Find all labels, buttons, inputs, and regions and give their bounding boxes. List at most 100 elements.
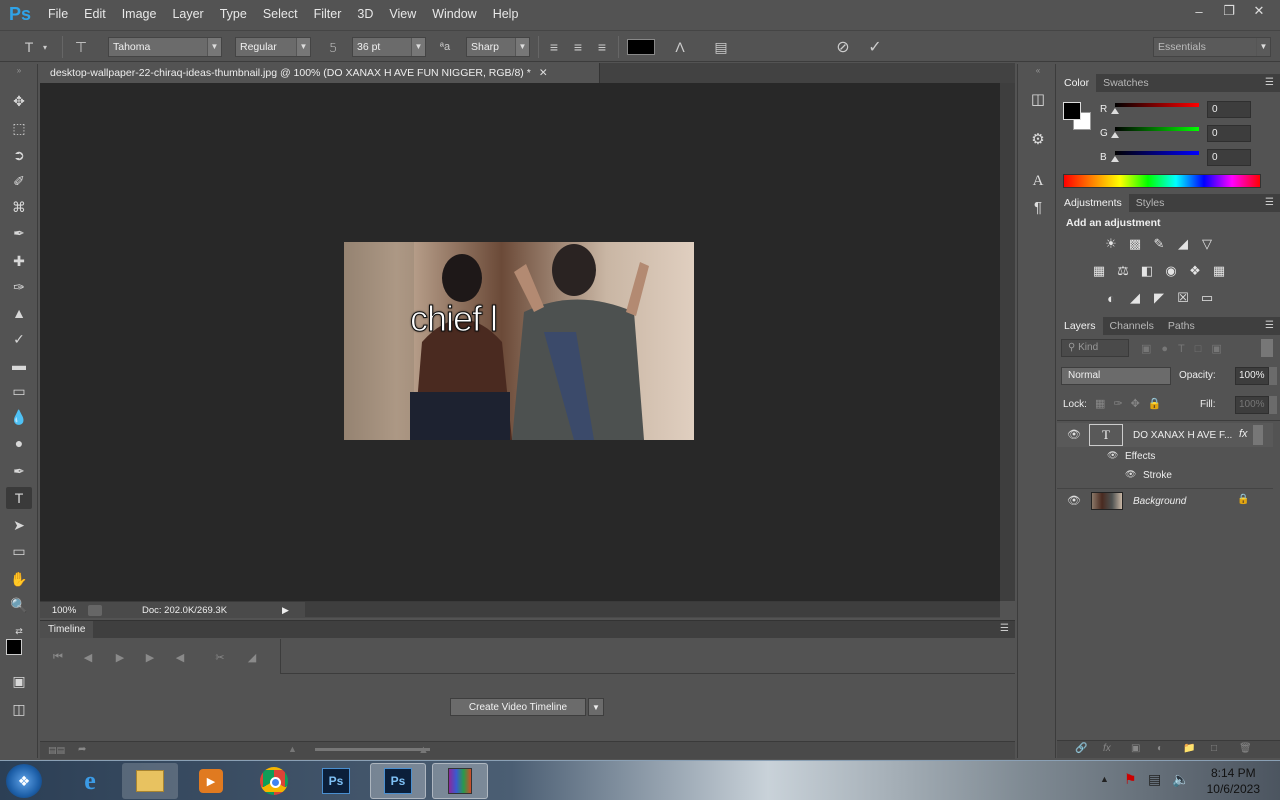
eye-icon[interactable]: 👁 <box>1125 469 1136 480</box>
menu-window[interactable]: Window <box>424 0 484 28</box>
hue-saturation-icon[interactable]: ▦ <box>1089 262 1109 280</box>
photoshop-active-icon[interactable]: Ps <box>370 763 426 799</box>
red-slider-thumb[interactable] <box>1111 108 1119 114</box>
levels-icon[interactable]: ▩ <box>1125 235 1145 253</box>
new-layer-icon[interactable]: □ <box>1211 743 1217 754</box>
warp-text-icon[interactable]: Ʌ <box>669 37 691 57</box>
next-frame-icon[interactable]: ▶ <box>140 648 160 666</box>
quick-mask-icon[interactable]: ▣ <box>6 670 32 692</box>
menu-image[interactable]: Image <box>114 0 165 28</box>
paragraph-panel-icon[interactable]: ¶ <box>1027 196 1049 218</box>
green-value[interactable]: 0 <box>1207 125 1251 142</box>
tab-swatches[interactable]: Swatches <box>1096 74 1156 92</box>
properties-panel-icon[interactable]: ⚙ <box>1027 128 1049 150</box>
exposure-icon[interactable]: ◢ <box>1173 235 1193 253</box>
red-value[interactable]: 0 <box>1207 101 1251 118</box>
eye-icon[interactable]: 👁 <box>1067 494 1081 507</box>
panel-menu-icon[interactable]: ☰ <box>1265 77 1274 88</box>
menu-filter[interactable]: Filter <box>306 0 350 28</box>
scissors-icon[interactable]: ✂ <box>210 648 230 666</box>
lock-options-icons[interactable]: ▦✑✥🔒 <box>1095 397 1170 410</box>
text-orientation-icon[interactable]: ⊤ <box>70 37 92 57</box>
close-icon[interactable]: ✕ <box>539 67 548 79</box>
transition-icon[interactable]: ◢ <box>242 648 262 666</box>
link-layers-icon[interactable]: 🔗 <box>1075 743 1087 754</box>
panel-menu-icon[interactable]: ☰ <box>1000 623 1009 634</box>
media-player-icon[interactable]: ▶ <box>183 763 239 799</box>
layer-row[interactable]: 👁 T DO XANAX H AVE F... fx <box>1057 423 1273 447</box>
curves-icon[interactable]: ✎ <box>1149 235 1169 253</box>
chevron-down-icon[interactable]: ▾ <box>38 37 52 57</box>
menu-edit[interactable]: Edit <box>76 0 114 28</box>
healing-brush-tool-icon[interactable]: ✚ <box>6 250 32 272</box>
menu-help[interactable]: Help <box>485 0 527 28</box>
menu-select[interactable]: Select <box>255 0 306 28</box>
tab-timeline[interactable]: Timeline <box>40 621 94 638</box>
history-brush-tool-icon[interactable]: ✓ <box>6 328 32 350</box>
tab-styles[interactable]: Styles <box>1129 194 1172 212</box>
audio-icon[interactable]: ◀ <box>170 648 190 666</box>
tab-channels[interactable]: Channels <box>1103 317 1161 335</box>
new-group-icon[interactable]: 📁 <box>1183 743 1195 754</box>
menu-view[interactable]: View <box>381 0 424 28</box>
quick-select-tool-icon[interactable]: ✐ <box>6 170 32 192</box>
doc-info-icon[interactable] <box>88 604 102 616</box>
collapse-icon[interactable]: » <box>6 66 32 75</box>
filter-toggle[interactable] <box>1261 339 1273 357</box>
eye-icon[interactable]: 👁 <box>1067 428 1081 441</box>
network-icon[interactable]: ▤ <box>1148 771 1161 788</box>
antialias-select[interactable]: Sharp ▼ <box>466 37 530 57</box>
go-to-first-frame-icon[interactable]: ⏮ <box>48 648 68 666</box>
eyedropper-tool-icon[interactable]: ✒ <box>6 222 32 244</box>
frame-animation-icon[interactable]: ▤▤ <box>48 745 65 756</box>
character-panel-icon[interactable]: ▤ <box>710 37 732 57</box>
align-right-icon[interactable]: ≡ <box>591 37 613 57</box>
crop-tool-icon[interactable]: ⌘ <box>6 196 32 218</box>
blue-value[interactable]: 0 <box>1207 149 1251 166</box>
threshold-icon[interactable]: ◤ <box>1149 289 1169 307</box>
rectangle-tool-icon[interactable]: ▭ <box>6 540 32 562</box>
align-left-icon[interactable]: ≡ <box>543 37 565 57</box>
menu-type[interactable]: Type <box>212 0 255 28</box>
color-spectrum-bar[interactable] <box>1063 174 1261 188</box>
brightness-contrast-icon[interactable]: ☀ <box>1101 235 1121 253</box>
green-slider-thumb[interactable] <box>1111 132 1119 138</box>
character-panel-icon[interactable]: A <box>1027 170 1049 192</box>
blur-tool-icon[interactable]: 💧 <box>6 406 32 428</box>
restore-button[interactable]: ❐ <box>1218 2 1240 20</box>
trash-icon[interactable]: 🗑 <box>1239 743 1252 754</box>
panel-menu-icon[interactable]: ☰ <box>1265 320 1274 331</box>
close-button[interactable]: ✕ <box>1248 2 1270 20</box>
vertical-scrollbar[interactable] <box>1000 83 1015 601</box>
foreground-color-swatch[interactable] <box>6 639 22 655</box>
font-size-select[interactable]: 36 pt ▼ <box>352 37 426 57</box>
eraser-tool-icon[interactable]: ▬ <box>6 354 32 376</box>
blue-slider[interactable] <box>1115 151 1199 155</box>
tab-layers[interactable]: Layers <box>1057 317 1103 335</box>
document-image[interactable]: chief l <box>344 242 694 440</box>
brush-tool-icon[interactable]: ✑ <box>6 276 32 298</box>
zoom-out-icon[interactable]: ▲ <box>288 744 297 754</box>
gradient-map-icon[interactable]: ▭ <box>1197 289 1217 307</box>
move-tool-icon[interactable]: ✥ <box>6 90 32 112</box>
action-center-icon[interactable]: ⚑ <box>1124 771 1137 788</box>
foreground-color-swatch[interactable] <box>1063 102 1081 120</box>
volume-icon[interactable]: 🔈 <box>1172 771 1189 788</box>
chevron-down-icon[interactable] <box>1269 396 1277 414</box>
font-family-select[interactable]: Tahoma ▼ <box>108 37 222 57</box>
menu-3d[interactable]: 3D <box>349 0 381 28</box>
color-balance-icon[interactable]: ⚖ <box>1113 262 1133 280</box>
channel-mixer-icon[interactable]: ❖ <box>1185 262 1205 280</box>
zoom-tool-icon[interactable]: 🔍 <box>6 594 32 616</box>
selective-color-icon[interactable]: ☒ <box>1173 289 1193 307</box>
green-slider[interactable] <box>1115 127 1199 131</box>
minimize-button[interactable]: – <box>1188 2 1210 20</box>
type-tool-preset-icon[interactable]: T <box>18 37 40 57</box>
blend-mode-select[interactable]: Normal <box>1061 367 1171 385</box>
color-lookup-icon[interactable]: ▦ <box>1209 262 1229 280</box>
tab-adjustments[interactable]: Adjustments <box>1057 194 1129 212</box>
timeline-zoom-slider[interactable] <box>315 748 430 751</box>
dodge-tool-icon[interactable]: ● <box>6 432 32 454</box>
clone-stamp-tool-icon[interactable]: ▲ <box>6 302 32 324</box>
font-style-select[interactable]: Regular ▼ <box>235 37 311 57</box>
